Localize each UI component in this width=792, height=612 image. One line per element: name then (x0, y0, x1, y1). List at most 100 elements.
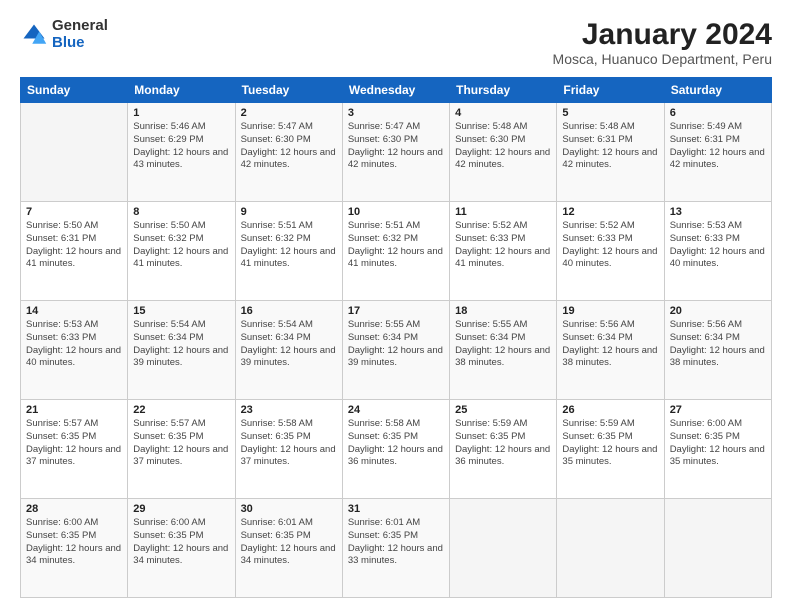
weekday-header: Thursday (450, 78, 557, 103)
day-info: Sunrise: 5:54 AMSunset: 6:34 PMDaylight:… (133, 319, 228, 368)
calendar-header-row: SundayMondayTuesdayWednesdayThursdayFrid… (21, 78, 772, 103)
day-number: 24 (348, 404, 444, 416)
calendar-day-cell: 2 Sunrise: 5:47 AMSunset: 6:30 PMDayligh… (235, 103, 342, 202)
day-info: Sunrise: 5:52 AMSunset: 6:33 PMDaylight:… (455, 220, 550, 269)
day-info: Sunrise: 5:54 AMSunset: 6:34 PMDaylight:… (241, 319, 336, 368)
day-number: 14 (26, 305, 122, 317)
day-number: 16 (241, 305, 337, 317)
day-number: 19 (562, 305, 658, 317)
day-number: 6 (670, 107, 766, 119)
weekday-header: Friday (557, 78, 664, 103)
calendar-week-row: 14 Sunrise: 5:53 AMSunset: 6:33 PMDaylig… (21, 301, 772, 400)
calendar-day-cell: 16 Sunrise: 5:54 AMSunset: 6:34 PMDaylig… (235, 301, 342, 400)
calendar-week-row: 7 Sunrise: 5:50 AMSunset: 6:31 PMDayligh… (21, 202, 772, 301)
day-number: 23 (241, 404, 337, 416)
day-number: 2 (241, 107, 337, 119)
day-number: 3 (348, 107, 444, 119)
calendar-day-cell: 24 Sunrise: 5:58 AMSunset: 6:35 PMDaylig… (342, 400, 449, 499)
day-number: 20 (670, 305, 766, 317)
weekday-header: Wednesday (342, 78, 449, 103)
day-info: Sunrise: 5:49 AMSunset: 6:31 PMDaylight:… (670, 121, 765, 170)
calendar-day-cell: 8 Sunrise: 5:50 AMSunset: 6:32 PMDayligh… (128, 202, 235, 301)
day-info: Sunrise: 5:52 AMSunset: 6:33 PMDaylight:… (562, 220, 657, 269)
page: General Blue January 2024 Mosca, Huanuco… (0, 0, 792, 612)
calendar-week-row: 1 Sunrise: 5:46 AMSunset: 6:29 PMDayligh… (21, 103, 772, 202)
day-number: 31 (348, 503, 444, 515)
calendar-day-cell (557, 499, 664, 598)
weekday-header: Tuesday (235, 78, 342, 103)
day-number: 27 (670, 404, 766, 416)
day-info: Sunrise: 6:00 AMSunset: 6:35 PMDaylight:… (133, 517, 228, 566)
calendar-day-cell: 5 Sunrise: 5:48 AMSunset: 6:31 PMDayligh… (557, 103, 664, 202)
calendar-day-cell: 26 Sunrise: 5:59 AMSunset: 6:35 PMDaylig… (557, 400, 664, 499)
day-number: 7 (26, 206, 122, 218)
day-info: Sunrise: 5:59 AMSunset: 6:35 PMDaylight:… (562, 418, 657, 467)
logo-text: General Blue (52, 18, 108, 51)
calendar-day-cell: 27 Sunrise: 6:00 AMSunset: 6:35 PMDaylig… (664, 400, 771, 499)
day-info: Sunrise: 5:48 AMSunset: 6:31 PMDaylight:… (562, 121, 657, 170)
day-number: 18 (455, 305, 551, 317)
day-number: 26 (562, 404, 658, 416)
day-info: Sunrise: 6:00 AMSunset: 6:35 PMDaylight:… (670, 418, 765, 467)
day-number: 30 (241, 503, 337, 515)
day-info: Sunrise: 6:00 AMSunset: 6:35 PMDaylight:… (26, 517, 121, 566)
day-number: 25 (455, 404, 551, 416)
calendar-day-cell: 12 Sunrise: 5:52 AMSunset: 6:33 PMDaylig… (557, 202, 664, 301)
calendar-day-cell: 14 Sunrise: 5:53 AMSunset: 6:33 PMDaylig… (21, 301, 128, 400)
calendar-day-cell: 18 Sunrise: 5:55 AMSunset: 6:34 PMDaylig… (450, 301, 557, 400)
calendar-day-cell: 9 Sunrise: 5:51 AMSunset: 6:32 PMDayligh… (235, 202, 342, 301)
calendar-day-cell (664, 499, 771, 598)
day-info: Sunrise: 5:55 AMSunset: 6:34 PMDaylight:… (348, 319, 443, 368)
day-number: 8 (133, 206, 229, 218)
day-number: 10 (348, 206, 444, 218)
calendar-day-cell: 28 Sunrise: 6:00 AMSunset: 6:35 PMDaylig… (21, 499, 128, 598)
day-number: 28 (26, 503, 122, 515)
calendar-day-cell: 17 Sunrise: 5:55 AMSunset: 6:34 PMDaylig… (342, 301, 449, 400)
logo-blue: Blue (52, 35, 108, 52)
day-number: 15 (133, 305, 229, 317)
weekday-header: Saturday (664, 78, 771, 103)
day-info: Sunrise: 5:58 AMSunset: 6:35 PMDaylight:… (348, 418, 443, 467)
day-info: Sunrise: 5:55 AMSunset: 6:34 PMDaylight:… (455, 319, 550, 368)
calendar-day-cell: 20 Sunrise: 5:56 AMSunset: 6:34 PMDaylig… (664, 301, 771, 400)
calendar-day-cell: 30 Sunrise: 6:01 AMSunset: 6:35 PMDaylig… (235, 499, 342, 598)
calendar-title: January 2024 (553, 18, 772, 51)
logo: General Blue (20, 18, 108, 51)
day-info: Sunrise: 5:47 AMSunset: 6:30 PMDaylight:… (241, 121, 336, 170)
day-info: Sunrise: 5:50 AMSunset: 6:31 PMDaylight:… (26, 220, 121, 269)
calendar-day-cell (21, 103, 128, 202)
logo-general: General (52, 18, 108, 35)
calendar-day-cell: 25 Sunrise: 5:59 AMSunset: 6:35 PMDaylig… (450, 400, 557, 499)
day-number: 22 (133, 404, 229, 416)
calendar-day-cell: 19 Sunrise: 5:56 AMSunset: 6:34 PMDaylig… (557, 301, 664, 400)
calendar-day-cell: 3 Sunrise: 5:47 AMSunset: 6:30 PMDayligh… (342, 103, 449, 202)
day-number: 1 (133, 107, 229, 119)
weekday-header: Sunday (21, 78, 128, 103)
calendar-day-cell: 15 Sunrise: 5:54 AMSunset: 6:34 PMDaylig… (128, 301, 235, 400)
day-info: Sunrise: 5:57 AMSunset: 6:35 PMDaylight:… (26, 418, 121, 467)
calendar-table: SundayMondayTuesdayWednesdayThursdayFrid… (20, 77, 772, 598)
day-info: Sunrise: 5:48 AMSunset: 6:30 PMDaylight:… (455, 121, 550, 170)
day-info: Sunrise: 5:51 AMSunset: 6:32 PMDaylight:… (348, 220, 443, 269)
day-info: Sunrise: 5:46 AMSunset: 6:29 PMDaylight:… (133, 121, 228, 170)
day-info: Sunrise: 5:50 AMSunset: 6:32 PMDaylight:… (133, 220, 228, 269)
day-number: 21 (26, 404, 122, 416)
calendar-day-cell: 1 Sunrise: 5:46 AMSunset: 6:29 PMDayligh… (128, 103, 235, 202)
calendar-day-cell: 31 Sunrise: 6:01 AMSunset: 6:35 PMDaylig… (342, 499, 449, 598)
day-number: 4 (455, 107, 551, 119)
day-info: Sunrise: 5:56 AMSunset: 6:34 PMDaylight:… (670, 319, 765, 368)
calendar-day-cell: 21 Sunrise: 5:57 AMSunset: 6:35 PMDaylig… (21, 400, 128, 499)
calendar-day-cell: 11 Sunrise: 5:52 AMSunset: 6:33 PMDaylig… (450, 202, 557, 301)
day-number: 13 (670, 206, 766, 218)
day-info: Sunrise: 5:56 AMSunset: 6:34 PMDaylight:… (562, 319, 657, 368)
day-info: Sunrise: 5:57 AMSunset: 6:35 PMDaylight:… (133, 418, 228, 467)
header: General Blue January 2024 Mosca, Huanuco… (20, 18, 772, 67)
calendar-week-row: 28 Sunrise: 6:00 AMSunset: 6:35 PMDaylig… (21, 499, 772, 598)
day-info: Sunrise: 5:53 AMSunset: 6:33 PMDaylight:… (670, 220, 765, 269)
day-info: Sunrise: 5:47 AMSunset: 6:30 PMDaylight:… (348, 121, 443, 170)
calendar-day-cell: 22 Sunrise: 5:57 AMSunset: 6:35 PMDaylig… (128, 400, 235, 499)
calendar-day-cell: 7 Sunrise: 5:50 AMSunset: 6:31 PMDayligh… (21, 202, 128, 301)
calendar-day-cell: 6 Sunrise: 5:49 AMSunset: 6:31 PMDayligh… (664, 103, 771, 202)
day-number: 9 (241, 206, 337, 218)
calendar-week-row: 21 Sunrise: 5:57 AMSunset: 6:35 PMDaylig… (21, 400, 772, 499)
